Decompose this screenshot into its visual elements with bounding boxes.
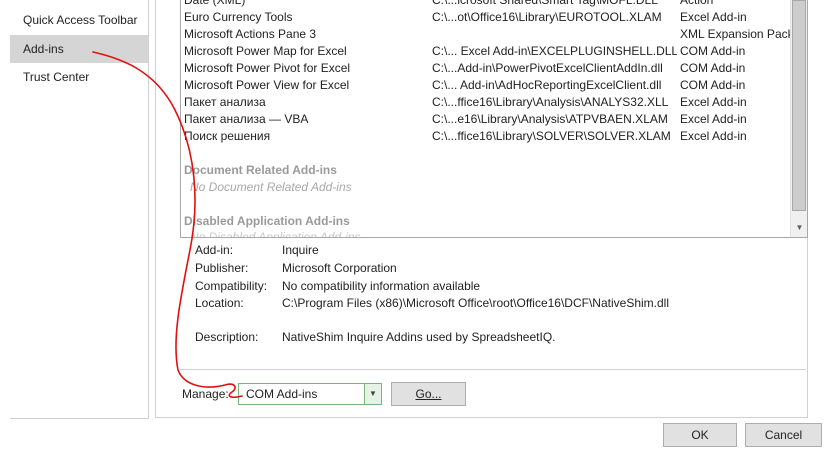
cancel-button[interactable]: Cancel [745, 423, 822, 447]
divider [180, 369, 806, 370]
detail-description-label: Description: [195, 330, 259, 344]
options-nav-pane: Quick Access Toolbar Add-ins Trust Cente… [10, 0, 149, 419]
scrollbar-thumb[interactable] [792, 0, 806, 211]
addin-location: C:\... Excel Add-in\EXCELPLUGINSHELL.DLL [432, 44, 677, 58]
detail-addin-label: Add-in: [195, 243, 234, 257]
list-item[interactable]: Date (XML) C:\...icrosoft Shared\Smart T… [181, 0, 791, 9]
disabled-addins-empty-text: No Disabled Application Add-ins [190, 230, 361, 238]
go-button[interactable]: Go... [391, 382, 466, 406]
addin-name: Пакет анализа — VBA [184, 112, 309, 126]
addin-name: Euro Currency Tools [184, 10, 293, 24]
detail-compatibility-label: Compatibility: [195, 279, 268, 293]
addin-type: Excel Add-in [680, 95, 747, 109]
ok-button[interactable]: OK [663, 423, 737, 447]
addin-location: C:\...ffice16\Library\Analysis\ANALYS32.… [432, 95, 669, 109]
addin-name: Поиск решения [184, 129, 271, 143]
list-item[interactable]: Microsoft Power Pivot for Excel C:\...Ad… [181, 60, 791, 77]
detail-publisher-label: Publisher: [195, 261, 249, 275]
addin-location: C:\... Add-in\AdHocReportingExcelClient.… [432, 78, 662, 92]
addin-type: Excel Add-in [680, 129, 747, 143]
nav-item-trust-center[interactable]: Trust Center [10, 63, 148, 91]
addin-name: Пакет анализа [184, 95, 266, 109]
document-addins-empty-text: No Document Related Add-ins [190, 180, 352, 194]
addin-name: Microsoft Actions Pane 3 [184, 27, 317, 41]
addin-type: Action [680, 0, 714, 7]
addin-type: COM Add-in [680, 44, 746, 58]
list-item[interactable]: Пакет анализа C:\...ffice16\Library\Anal… [181, 94, 791, 111]
manage-dropdown[interactable]: COM Add-ins ▼ [238, 383, 382, 405]
addin-type: COM Add-in [680, 78, 746, 92]
manage-label: Manage: [182, 387, 229, 401]
addin-location: C:\...ffice16\Library\SOLVER\SOLVER.XLAM [432, 129, 671, 143]
list-scrollbar[interactable]: ▼ [790, 0, 807, 237]
detail-publisher-value: Microsoft Corporation [282, 261, 397, 275]
addin-name: Microsoft Power View for Excel [184, 78, 350, 92]
chevron-down-icon[interactable]: ▼ [364, 384, 381, 404]
addin-location: C:\...e16\Library\Analysis\ATPVBAEN.XLAM [432, 112, 668, 126]
detail-description-value: NativeShim Inquire Addins used by Spread… [282, 330, 556, 344]
document-addins-section-title: Document Related Add-ins [184, 163, 337, 177]
addin-type: COM Add-in [680, 61, 746, 75]
addin-name: Microsoft Power Map for Excel [184, 44, 347, 58]
addin-location: C:\...icrosoft Shared\Smart Tag\MOFL.DLL [432, 0, 658, 7]
detail-addin-value: Inquire [282, 243, 319, 257]
addin-name: Microsoft Power Pivot for Excel [184, 61, 351, 75]
detail-location-label: Location: [195, 296, 244, 310]
scroll-down-arrow-icon[interactable]: ▼ [792, 220, 807, 236]
addin-name: Date (XML) [184, 0, 246, 7]
addin-location: C:\...ot\Office16\Library\EUROTOOL.XLAM [432, 10, 662, 24]
addin-type: Excel Add-in [680, 10, 747, 24]
list-item[interactable]: Microsoft Actions Pane 3 XML Expansion P… [181, 26, 794, 43]
add-ins-list[interactable]: Date (XML) C:\...icrosoft Shared\Smart T… [180, 0, 808, 238]
addin-type: Excel Add-in [680, 112, 747, 126]
list-item[interactable]: Пакет анализа — VBA C:\...e16\Library\An… [181, 111, 791, 128]
excel-options-dialog: Quick Access Toolbar Add-ins Trust Cente… [0, 0, 830, 456]
list-item[interactable]: Поиск решения C:\...ffice16\Library\SOLV… [181, 128, 791, 145]
nav-item-quick-access-toolbar[interactable]: Quick Access Toolbar [10, 6, 148, 34]
detail-compatibility-value: No compatibility information available [282, 279, 481, 293]
nav-item-add-ins[interactable]: Add-ins [10, 35, 148, 63]
manage-dropdown-value: COM Add-ins [246, 387, 318, 401]
list-item[interactable]: Microsoft Power View for Excel C:\... Ad… [181, 77, 791, 94]
addin-location: C:\...Add-in\PowerPivotExcelClientAddIn.… [432, 61, 663, 75]
list-item[interactable]: Microsoft Power Map for Excel C:\... Exc… [181, 43, 791, 60]
disabled-addins-section-title: Disabled Application Add-ins [184, 214, 350, 228]
addin-type: XML Expansion Pack [680, 27, 794, 41]
detail-location-value: C:\Program Files (x86)\Microsoft Office\… [282, 296, 669, 310]
list-item[interactable]: Euro Currency Tools C:\...ot\Office16\Li… [181, 9, 791, 26]
